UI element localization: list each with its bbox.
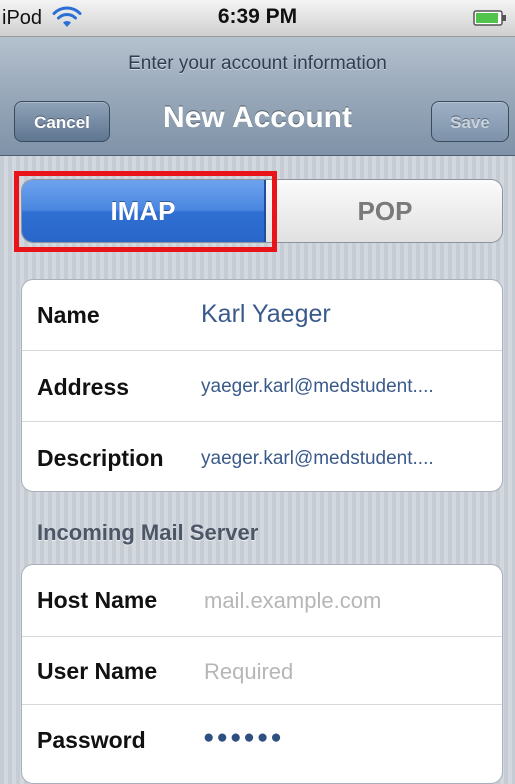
status-bar: iPod 6:39 PM bbox=[0, 0, 515, 37]
address-field[interactable]: yaeger.karl@medstudent.... bbox=[201, 376, 491, 398]
user-name-field[interactable]: Required bbox=[204, 659, 293, 685]
pop-segment[interactable]: POP bbox=[266, 180, 502, 242]
incoming-mail-server-header: Incoming Mail Server bbox=[37, 520, 259, 545]
password-label: Password bbox=[37, 727, 146, 753]
user-name-label: User Name bbox=[37, 658, 158, 684]
carrier-label: iPod bbox=[2, 7, 43, 29]
name-field[interactable]: Karl Yaeger bbox=[201, 300, 331, 329]
description-row[interactable]: Description yaeger.karl@medstudent.... bbox=[22, 421, 502, 491]
status-time: 6:39 PM bbox=[217, 5, 298, 28]
save-button[interactable]: Save bbox=[431, 101, 509, 142]
name-label: Name bbox=[37, 302, 100, 328]
host-name-row[interactable]: Host Name mail.example.com bbox=[22, 565, 502, 636]
account-info-group: Name Karl Yaeger Address yaeger.karl@med… bbox=[21, 279, 503, 492]
imap-highlight-box bbox=[14, 171, 277, 252]
nav-prompt: Enter your account information bbox=[128, 53, 387, 74]
navigation-bar: Enter your account information Cancel Ne… bbox=[0, 37, 515, 156]
address-label: Address bbox=[37, 374, 130, 400]
description-label: Description bbox=[37, 445, 164, 471]
address-row[interactable]: Address yaeger.karl@medstudent.... bbox=[22, 350, 502, 422]
battery-icon bbox=[473, 10, 506, 26]
wifi-icon bbox=[52, 6, 82, 27]
cancel-button[interactable]: Cancel bbox=[14, 101, 110, 142]
host-name-label: Host Name bbox=[37, 587, 158, 613]
incoming-server-group: Host Name mail.example.com User Name Req… bbox=[21, 564, 503, 784]
user-name-row[interactable]: User Name Required bbox=[22, 636, 502, 705]
name-row[interactable]: Name Karl Yaeger bbox=[22, 280, 502, 350]
host-name-field[interactable]: mail.example.com bbox=[204, 588, 381, 614]
page-title: New Account bbox=[163, 101, 352, 134]
password-row[interactable]: Password ●●●●●● bbox=[22, 704, 502, 783]
password-field[interactable]: ●●●●●● bbox=[203, 727, 284, 749]
description-field[interactable]: yaeger.karl@medstudent.... bbox=[201, 448, 491, 470]
